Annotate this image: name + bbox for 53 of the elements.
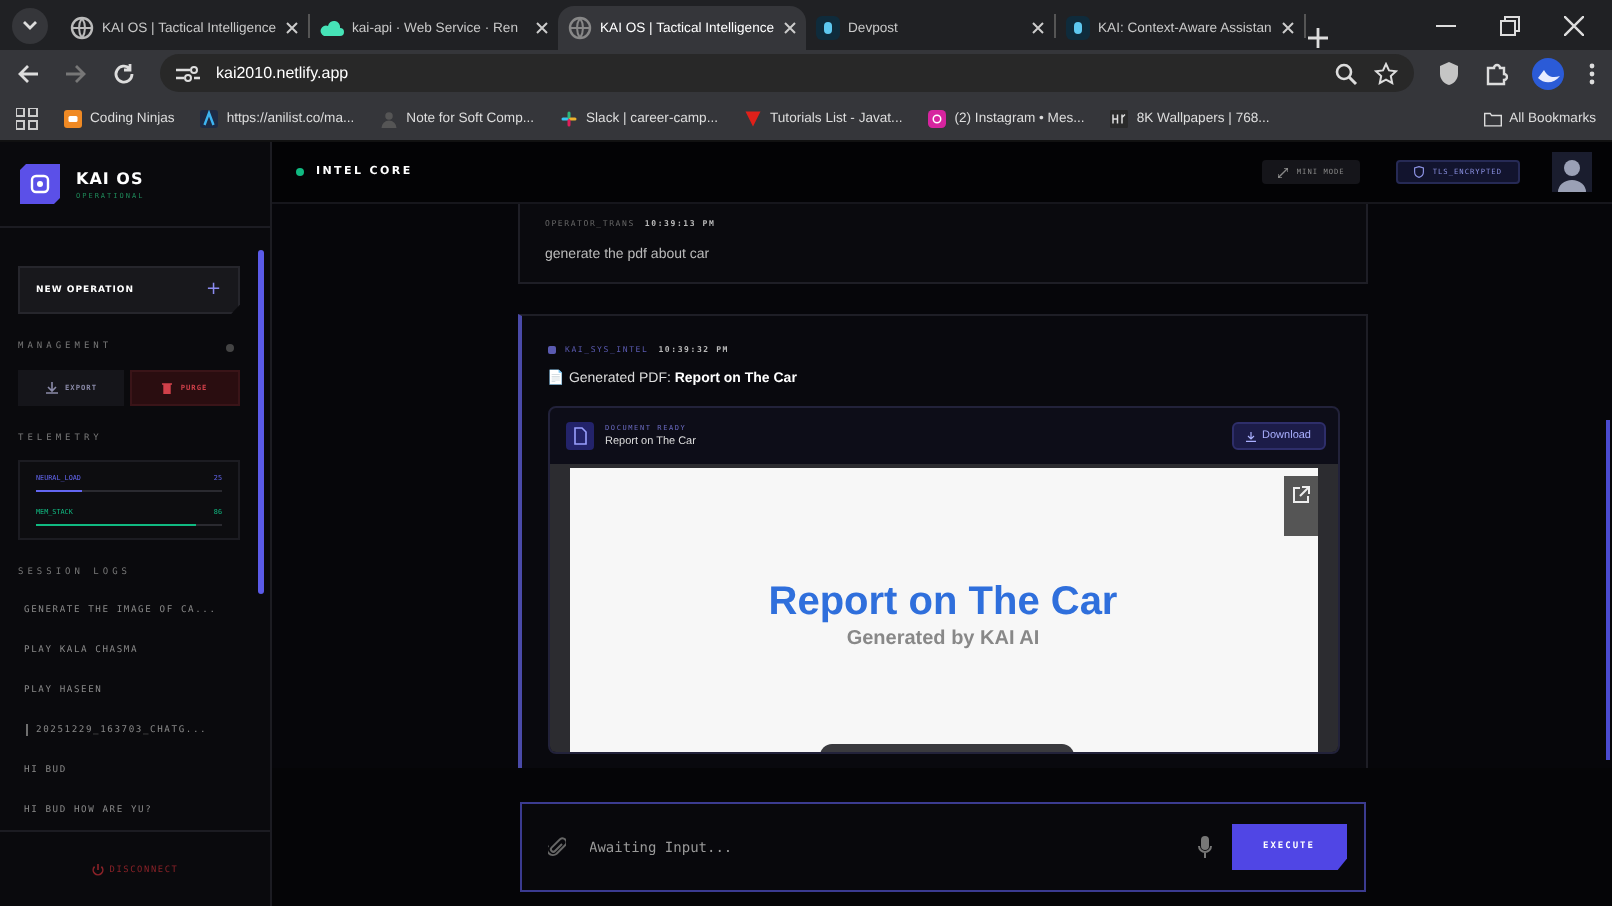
pdf-subtitle: Generated by KAI AI — [846, 628, 1040, 650]
apps-icon[interactable] — [16, 107, 38, 129]
close-icon[interactable] — [784, 22, 796, 34]
site-icon — [816, 16, 840, 40]
site-settings-icon — [176, 63, 200, 83]
paperclip-icon[interactable] — [547, 836, 565, 858]
resize-icon — [1278, 167, 1289, 177]
person-icon — [380, 109, 399, 127]
chevron-down-icon[interactable] — [22, 19, 38, 31]
microphone-icon[interactable] — [1197, 836, 1211, 858]
shield-icon — [1414, 166, 1425, 178]
more-icon[interactable] — [1588, 61, 1596, 85]
profile-icon[interactable] — [1532, 57, 1564, 89]
download-icon — [45, 382, 57, 394]
bot-icon — [547, 345, 555, 353]
pdf-title: Report on The Car — [768, 580, 1118, 626]
address-bar[interactable]: kai2010.netlify.app — [160, 54, 1414, 92]
close-icon[interactable] — [1282, 22, 1294, 34]
trash-icon — [162, 382, 173, 394]
site-icon — [744, 109, 762, 127]
site-icon — [64, 109, 82, 127]
globe-icon — [70, 16, 94, 40]
logo-icon — [20, 164, 60, 204]
site-icon — [200, 109, 219, 127]
site-icon — [1066, 16, 1090, 40]
shield-icon[interactable] — [1438, 60, 1460, 86]
close-icon[interactable] — [286, 22, 298, 34]
site-icon — [1110, 109, 1129, 127]
instagram-icon — [928, 109, 947, 127]
close-icon[interactable] — [536, 22, 548, 34]
download-icon — [1246, 431, 1257, 441]
app-title: KAI OS — [76, 169, 145, 187]
folder-icon — [1483, 109, 1502, 127]
reload-icon[interactable] — [112, 61, 136, 85]
globe-icon — [568, 16, 592, 40]
avatar-icon[interactable] — [1552, 152, 1592, 192]
external-link-icon — [1291, 486, 1309, 504]
restore-icon[interactable] — [1500, 15, 1520, 35]
slack-icon — [560, 109, 579, 127]
open-external-button[interactable] — [1283, 476, 1317, 536]
file-icon — [24, 724, 30, 736]
close-icon[interactable] — [1564, 15, 1584, 35]
document-icon — [565, 422, 593, 450]
forward-icon[interactable] — [64, 61, 88, 85]
new-tab-icon[interactable] — [1306, 26, 1330, 50]
star-icon[interactable] — [1374, 61, 1398, 85]
power-icon — [91, 864, 104, 876]
status-dot — [226, 343, 234, 351]
zoom-icon[interactable] — [1334, 61, 1358, 85]
puzzle-icon[interactable] — [1484, 61, 1508, 85]
close-icon[interactable] — [1032, 22, 1044, 34]
cloud-icon — [320, 16, 344, 40]
back-icon[interactable] — [16, 61, 40, 85]
